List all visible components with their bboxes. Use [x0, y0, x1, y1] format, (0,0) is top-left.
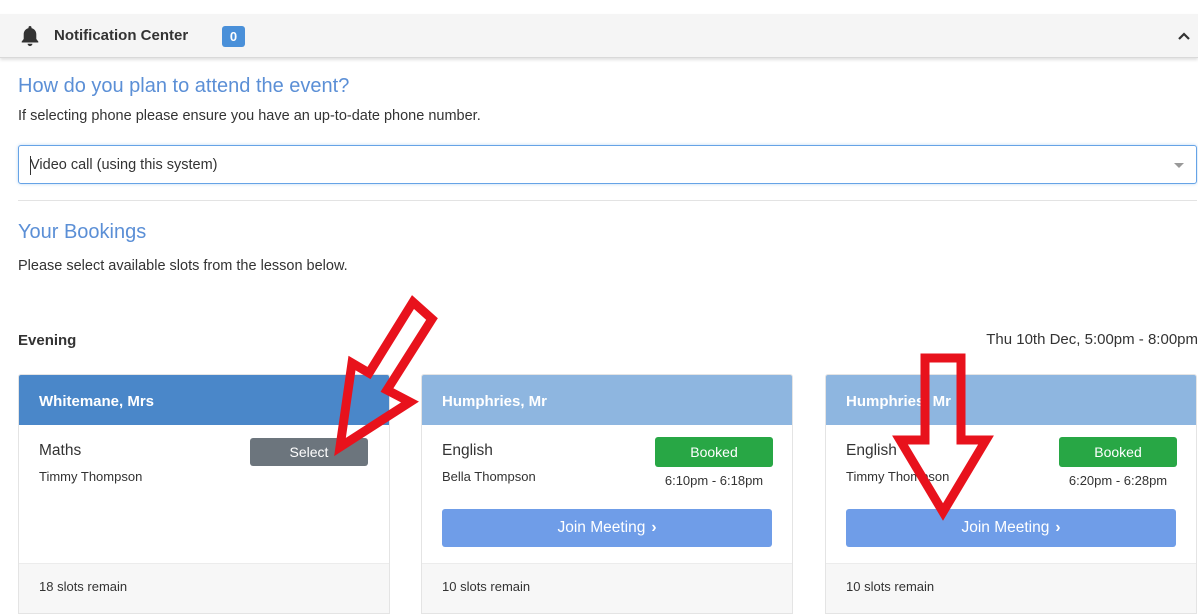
- card-subject: English: [846, 442, 897, 459]
- bell-icon: [21, 26, 39, 47]
- card-student: Bella Thompson: [442, 469, 536, 484]
- slots-remaining: 18 slots remain: [39, 579, 128, 594]
- bookings-help-text: Please select available slots from the l…: [18, 258, 348, 274]
- booked-slot-time: 6:20pm - 6:28pm: [1068, 473, 1168, 488]
- notification-center-bar[interactable]: Notification Center 0: [0, 14, 1198, 58]
- chevron-right-icon: ›: [651, 519, 657, 536]
- attend-heading: How do you plan to attend the event?: [18, 75, 350, 97]
- notification-center-title: Notification Center: [54, 27, 189, 44]
- join-meeting-button[interactable]: Join Meeting ›: [442, 509, 772, 547]
- card-header-teacher: Humphries, Mr: [826, 375, 1196, 425]
- notification-count-badge: 0: [222, 26, 245, 47]
- attend-help-text: If selecting phone please ensure you hav…: [18, 108, 481, 124]
- booked-status-badge: Booked: [1059, 437, 1177, 467]
- booking-card: Humphries, Mr English Timmy Thompson Boo…: [825, 374, 1197, 614]
- section-divider: [18, 200, 1197, 201]
- card-footer: 10 slots remain: [422, 563, 792, 613]
- chevron-up-icon[interactable]: [1176, 28, 1192, 44]
- session-group-date: Thu 10th Dec, 5:00pm - 8:00pm: [986, 331, 1198, 348]
- join-meeting-label: Join Meeting: [961, 519, 1050, 536]
- join-meeting-label: Join Meeting: [557, 519, 646, 536]
- card-student: Timmy Thompson: [846, 469, 950, 484]
- card-footer: 10 slots remain: [826, 563, 1196, 613]
- card-subject: English: [442, 442, 493, 459]
- booked-slot-time: 6:10pm - 6:18pm: [664, 473, 764, 488]
- card-subject: Maths: [39, 442, 82, 459]
- attendance-method-value: Video call (using this system): [30, 157, 218, 173]
- text-caret: [30, 156, 31, 175]
- card-header-teacher: Whitemane, Mrs: [19, 375, 389, 425]
- card-footer: 18 slots remain: [19, 563, 389, 613]
- attendance-method-select[interactable]: Video call (using this system): [18, 145, 1197, 184]
- slots-remaining: 10 slots remain: [442, 579, 531, 594]
- bookings-heading: Your Bookings: [18, 221, 147, 243]
- booked-status-badge: Booked: [655, 437, 773, 467]
- card-student: Timmy Thompson: [39, 469, 143, 484]
- session-group-label: Evening: [18, 332, 77, 349]
- select-slot-button[interactable]: Select: [250, 438, 368, 466]
- chevron-right-icon: ›: [1055, 519, 1061, 536]
- join-meeting-button[interactable]: Join Meeting ›: [846, 509, 1176, 547]
- card-header-teacher: Humphries, Mr: [422, 375, 792, 425]
- booking-card: Whitemane, Mrs Maths Timmy Thompson Sele…: [18, 374, 390, 614]
- booking-card: Humphries, Mr English Bella Thompson Boo…: [421, 374, 793, 614]
- chevron-down-icon: [1174, 163, 1184, 168]
- slots-remaining: 10 slots remain: [846, 579, 935, 594]
